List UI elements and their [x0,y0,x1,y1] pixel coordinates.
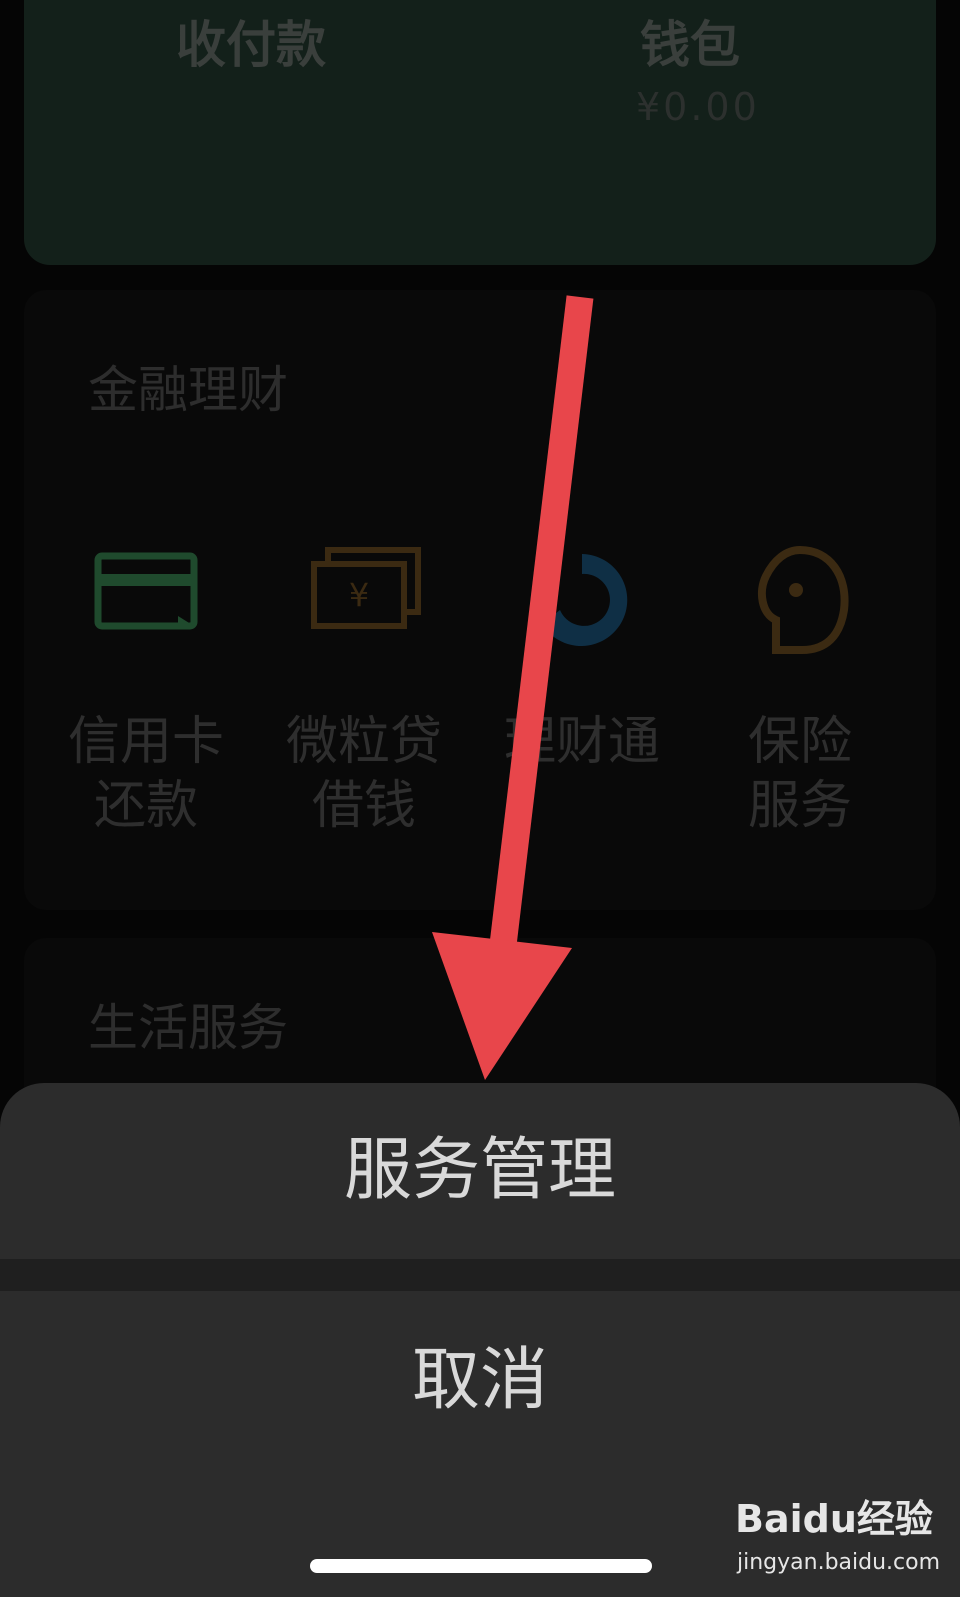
credit-card-label-1: 信用卡 [67,712,224,772]
cancel-button[interactable]: 取消 [0,1291,960,1471]
credit-card-icon [86,540,206,660]
receive-pay-label[interactable]: 收付款 [176,5,326,77]
insurance-icon [740,540,860,660]
watermark-logo: Baidu经验 [735,1497,933,1541]
licaitong-icon [522,540,642,660]
service-insurance[interactable]: 保险 服务 [700,540,900,838]
watermark-url: jingyan.baidu.com [737,1550,941,1575]
wallet-card: 收付款 钱包 ¥0.00 [24,0,936,265]
life-title: 生活服务 [88,999,288,1057]
weilidai-label-1: 微粒贷 [285,712,442,772]
licaitong-label: 理财通 [503,712,660,772]
service-weilidai[interactable]: ¥ 微粒贷 借钱 [264,540,464,838]
sheet-separator [0,1259,960,1291]
weilidai-label-2: 借钱 [311,776,416,836]
wallet-label[interactable]: 钱包 [640,5,740,77]
svg-text:¥: ¥ [349,576,369,614]
cash-icon: ¥ [304,540,424,660]
service-credit-card[interactable]: 信用卡 还款 [46,540,246,838]
insurance-label-1: 保险 [747,712,852,772]
home-indicator[interactable] [310,1559,652,1573]
service-licaitong[interactable]: 理财通 [482,540,682,774]
wallet-balance: ¥0.00 [636,85,760,129]
credit-card-label-2: 还款 [93,776,198,836]
finance-title: 金融理财 [88,361,288,419]
finance-panel: 金融理财 信用卡 还款 ¥ 微粒贷 借钱 理财通 保险 服务 [24,290,936,910]
watermark: Baidu经验 jingyan.baidu.com [735,1488,940,1584]
service-manage-button[interactable]: 服务管理 [0,1083,960,1259]
insurance-label-2: 服务 [747,776,852,836]
